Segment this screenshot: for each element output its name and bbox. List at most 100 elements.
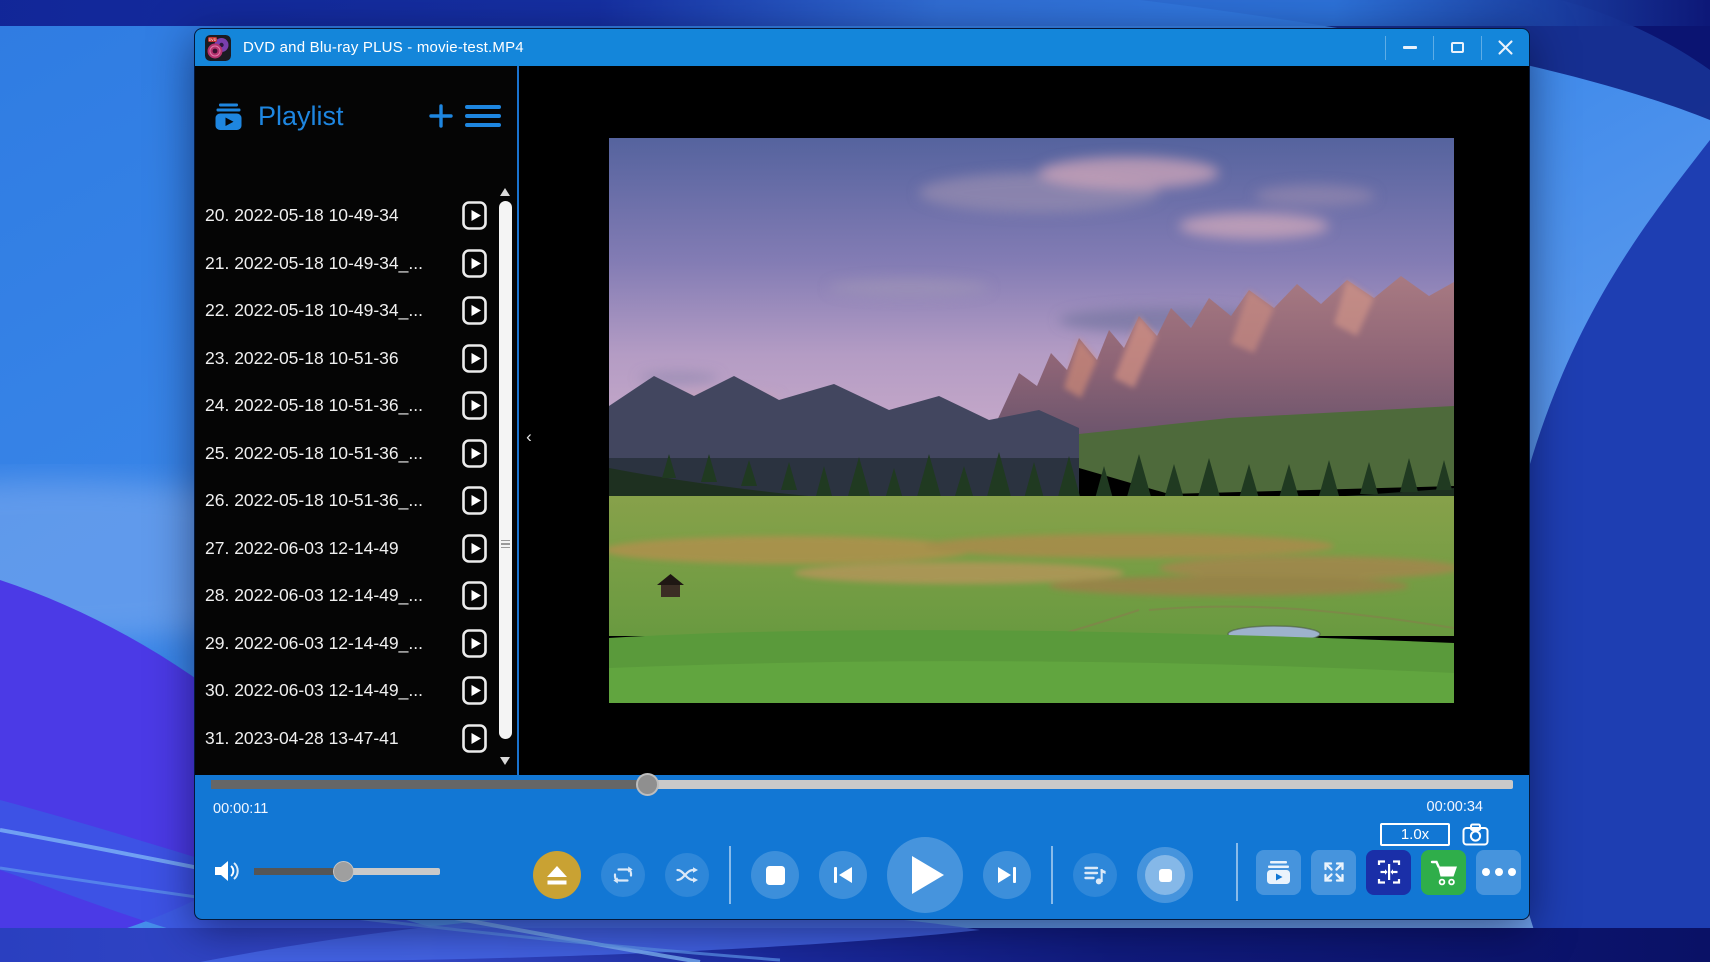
transport-separator	[1051, 846, 1053, 904]
playlist-item[interactable]: 28. 2022-06-03 12-14-49_...	[195, 572, 493, 620]
previous-button[interactable]	[819, 851, 867, 899]
video-list-icon	[1265, 860, 1292, 885]
playlist-panel: Playlist 20. 2022-05-18 10-49-34 21. 202…	[195, 66, 517, 775]
stop-icon	[766, 866, 785, 885]
more-options-button[interactable]	[1476, 850, 1521, 895]
playlist-item[interactable]: 29. 2022-06-03 12-14-49_...	[195, 620, 493, 668]
file-play-icon[interactable]	[462, 296, 487, 325]
playlist-item-label: 25. 2022-05-18 10-51-36_...	[205, 443, 423, 464]
eject-button[interactable]	[533, 851, 581, 899]
file-play-icon[interactable]	[462, 676, 487, 705]
scrollbar-grip-icon	[501, 540, 510, 549]
play-button[interactable]	[887, 837, 963, 913]
titlebar[interactable]: DVD DVD and Blu-ray PLUS - movie-test.MP…	[195, 29, 1529, 66]
fullscreen-icon	[1321, 859, 1347, 885]
minimize-button[interactable]	[1386, 29, 1433, 66]
close-icon	[1498, 40, 1513, 55]
app-window: DVD DVD and Blu-ray PLUS - movie-test.MP…	[194, 28, 1530, 920]
playlist-item-label: 26. 2022-05-18 10-51-36_...	[205, 490, 423, 511]
file-play-icon[interactable]	[462, 581, 487, 610]
playlist-item[interactable]: 31. 2023-04-28 13-47-41	[195, 715, 493, 763]
scroll-down-icon[interactable]	[500, 757, 510, 765]
playlist-item-label: 20. 2022-05-18 10-49-34	[205, 205, 399, 226]
play-icon	[912, 856, 944, 894]
fullscreen-button[interactable]	[1311, 850, 1356, 895]
desktop: DVD DVD and Blu-ray PLUS - movie-test.MP…	[0, 0, 1710, 962]
collapse-panel-handle[interactable]: ‹	[522, 424, 536, 450]
playlist-menu-button[interactable]	[465, 100, 501, 132]
seek-track[interactable]	[211, 780, 1513, 789]
eject-icon	[546, 865, 568, 886]
fit-to-window-button[interactable]	[1366, 850, 1411, 895]
playlist-item-label: 23. 2022-05-18 10-51-36	[205, 348, 399, 369]
volume-control	[213, 857, 440, 885]
minimize-icon	[1403, 46, 1417, 49]
next-button[interactable]	[983, 851, 1031, 899]
playlist-toggle-button[interactable]	[1256, 850, 1301, 895]
playlist-item[interactable]: 25. 2022-05-18 10-51-36_...	[195, 430, 493, 478]
volume-thumb[interactable]	[333, 861, 354, 882]
playlist-item-label: 22. 2022-05-18 10-49-34_...	[205, 300, 423, 321]
file-play-icon[interactable]	[462, 201, 487, 230]
add-media-button[interactable]	[425, 100, 457, 132]
playlist-header: Playlist	[213, 94, 501, 138]
playlist-item-label: 24. 2022-05-18 10-51-36_...	[205, 395, 423, 416]
fit-to-center-icon	[1375, 858, 1403, 886]
playlist-item[interactable]: 21. 2022-05-18 10-49-34_...	[195, 240, 493, 288]
file-play-icon[interactable]	[462, 439, 487, 468]
play-queue-button[interactable]	[1073, 853, 1117, 897]
svg-text:DVD: DVD	[209, 38, 217, 42]
record-icon	[1145, 855, 1185, 895]
seek-thumb[interactable]	[636, 773, 659, 796]
scroll-up-icon[interactable]	[500, 188, 510, 196]
transport-separator	[729, 846, 731, 904]
maximize-button[interactable]	[1434, 29, 1481, 66]
control-bar: 00:00:11 00:00:34 1.0x	[195, 775, 1529, 919]
skip-forward-icon	[997, 866, 1017, 884]
playlist-item[interactable]: 30. 2022-06-03 12-14-49_...	[195, 667, 493, 715]
file-play-icon[interactable]	[462, 534, 487, 563]
playlist-item[interactable]: 23. 2022-05-18 10-51-36	[195, 335, 493, 383]
seek-fill	[211, 780, 647, 789]
file-play-icon[interactable]	[462, 486, 487, 515]
playlist-item-label: 21. 2022-05-18 10-49-34_...	[205, 253, 423, 274]
app-icon: DVD	[205, 35, 231, 61]
shopping-cart-icon	[1429, 858, 1459, 887]
total-time: 00:00:34	[1427, 799, 1483, 815]
file-play-icon[interactable]	[462, 629, 487, 658]
shuffle-button[interactable]	[665, 853, 709, 897]
volume-slider[interactable]	[254, 868, 440, 875]
file-play-icon[interactable]	[462, 344, 487, 373]
seek-bar[interactable]	[211, 777, 1513, 799]
store-button[interactable]	[1421, 850, 1466, 895]
window-controls	[1385, 29, 1529, 66]
playlist-item[interactable]: 20. 2022-05-18 10-49-34	[195, 192, 493, 240]
playlist-item[interactable]: 24. 2022-05-18 10-51-36_...	[195, 382, 493, 430]
volume-icon[interactable]	[213, 857, 240, 885]
playlist-item[interactable]: 26. 2022-05-18 10-51-36_...	[195, 477, 493, 525]
record-button[interactable]	[1137, 847, 1193, 903]
playlist-item[interactable]: 27. 2022-06-03 12-14-49	[195, 525, 493, 573]
repeat-button[interactable]	[601, 853, 645, 897]
window-body: Playlist 20. 2022-05-18 10-49-34 21. 202…	[195, 66, 1529, 775]
video-area[interactable]	[519, 66, 1529, 775]
current-time: 00:00:11	[213, 801, 268, 817]
toolbar-separator	[1236, 843, 1238, 901]
stop-button[interactable]	[751, 851, 799, 899]
playlist-list: 20. 2022-05-18 10-49-34 21. 2022-05-18 1…	[195, 192, 493, 762]
file-play-icon[interactable]	[462, 391, 487, 420]
more-icon	[1482, 868, 1516, 876]
shuffle-icon	[674, 862, 700, 888]
video-frame	[609, 138, 1454, 703]
playlist-item-label: 29. 2022-06-03 12-14-49_...	[205, 633, 423, 654]
scrollbar-thumb[interactable]	[499, 201, 512, 739]
playlist-scrollbar[interactable]	[498, 188, 513, 765]
playlist-item[interactable]: 22. 2022-05-18 10-49-34_...	[195, 287, 493, 335]
playlist-icon	[213, 101, 244, 132]
window-title: DVD and Blu-ray PLUS - movie-test.MP4	[243, 39, 524, 56]
file-play-icon[interactable]	[462, 249, 487, 278]
file-play-icon[interactable]	[462, 724, 487, 753]
close-button[interactable]	[1482, 29, 1529, 66]
plus-icon	[428, 103, 454, 129]
transport-controls	[533, 832, 1193, 918]
